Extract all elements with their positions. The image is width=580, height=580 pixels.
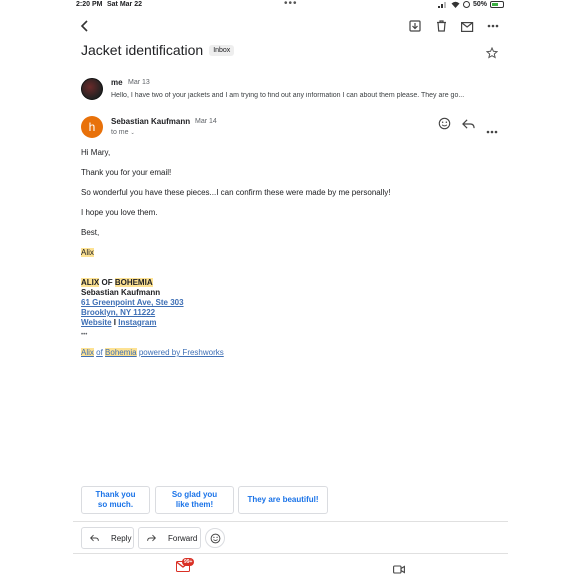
forward-button[interactable]: Forward	[138, 527, 201, 549]
unread-count-badge: 99+	[182, 558, 195, 566]
footer-of-link[interactable]: of	[96, 348, 103, 357]
brand-bohemia: BOHEMIA	[114, 278, 153, 287]
website-link[interactable]: Website	[81, 318, 112, 327]
smart-reply-text: so much.	[97, 500, 134, 509]
smart-reply-text: like them!	[175, 500, 214, 509]
body-line: Thank you for your email!	[81, 168, 172, 177]
message-header: h Sebastian Kaufmann Mar 14 to me ⌄	[81, 116, 501, 140]
status-time: 2:20 PM	[76, 1, 103, 8]
body-greeting: Hi Mary,	[81, 148, 111, 157]
back-arrow-icon[interactable]	[77, 18, 93, 34]
body-closing: Best,	[81, 228, 100, 237]
status-date: Sat Mar 22	[107, 1, 143, 8]
signature-brand: ALIX OF BOHEMIA	[81, 278, 153, 287]
show-trimmed-content-button[interactable]: •••	[81, 332, 87, 338]
signature-links: Website I Instagram	[81, 318, 156, 327]
toolbar	[0, 14, 580, 38]
page-title: Jacket identification	[81, 42, 204, 58]
footer-alix-link[interactable]: Alix	[81, 348, 94, 357]
recipient-details-toggle[interactable]: to me ⌄	[111, 129, 135, 136]
reply-button[interactable]: Reply	[81, 527, 134, 549]
smart-reply-button[interactable]: They are beautiful!	[238, 486, 328, 514]
recipient-text: to me	[111, 129, 129, 136]
message-snippet: Hello, I have two of your jackets and I …	[111, 92, 465, 99]
smart-reply-text: They are beautiful!	[247, 495, 319, 504]
status-bar: 2:20 PM Sat Mar 22 ••• 50%	[0, 0, 580, 12]
instagram-link[interactable]: Instagram	[118, 318, 156, 327]
multitasking-dots-icon[interactable]: •••	[284, 0, 298, 9]
smart-reply-button[interactable]: Thank you so much.	[81, 486, 150, 514]
bottom-nav-divider	[73, 553, 508, 554]
avatar: h	[81, 116, 103, 138]
brand-alix: ALIX	[81, 278, 100, 287]
orientation-lock-icon	[462, 1, 470, 8]
subject-row: Jacket identification Inbox	[81, 42, 235, 58]
forward-label: Forward	[168, 533, 198, 543]
emoji-reaction-button[interactable]	[205, 528, 225, 548]
link-separator: I	[113, 318, 116, 327]
forward-icon	[147, 534, 156, 542]
signal-icon	[437, 2, 446, 8]
sender-name: me	[111, 78, 123, 87]
label-chip-inbox[interactable]: Inbox	[209, 44, 235, 56]
brand-of: OF	[101, 278, 113, 287]
body-signoff: Alix	[81, 248, 94, 257]
sender-name: Sebastian Kaufmann	[111, 117, 191, 126]
more-vert-icon[interactable]	[486, 121, 500, 135]
powered-by-footer: Alix of Bohemia powered by Freshworks	[81, 348, 224, 357]
trash-icon[interactable]	[433, 18, 449, 34]
signature-person: Sebastian Kaufmann	[81, 288, 161, 297]
chevron-down-icon: ⌄	[130, 130, 135, 136]
message-date: Mar 14	[195, 118, 217, 125]
star-icon[interactable]	[485, 46, 500, 60]
smart-reply-text: So glad you	[171, 490, 218, 499]
divider	[73, 521, 508, 522]
meet-tab[interactable]	[393, 561, 405, 574]
highlighted-name: Alix	[81, 248, 94, 257]
smart-reply-button[interactable]: So glad you like them!	[155, 486, 234, 514]
address-link-line2[interactable]: Brooklyn, NY 11222	[81, 308, 155, 317]
reply-icon[interactable]	[462, 117, 476, 131]
mark-unread-icon[interactable]	[459, 18, 475, 34]
smart-reply-text: Thank you	[95, 490, 136, 499]
reply-label: Reply	[111, 533, 132, 543]
collapsed-message[interactable]: me Mar 13 Hello, I have two of your jack…	[81, 76, 501, 104]
wifi-icon	[451, 1, 460, 8]
body-line: So wonderful you have these pieces...I c…	[81, 188, 391, 197]
emoji-icon[interactable]	[438, 117, 452, 131]
archive-icon[interactable]	[407, 18, 423, 34]
address-link-line1[interactable]: 61 Greenpoint Ave, Ste 303	[81, 298, 184, 307]
message-date: Mar 13	[128, 79, 150, 86]
avatar	[81, 78, 103, 100]
battery-percent: 50%	[472, 1, 487, 8]
battery-icon	[490, 1, 504, 8]
footer-powered-link[interactable]: powered by Freshworks	[139, 348, 224, 357]
reply-icon	[90, 534, 99, 542]
footer-bohemia-link[interactable]: Bohemia	[105, 348, 137, 357]
video-icon	[393, 565, 405, 574]
status-indicators: 50%	[437, 1, 504, 8]
body-line: I hope you love them.	[81, 208, 158, 217]
emoji-icon	[210, 533, 220, 543]
more-vert-icon[interactable]	[485, 18, 501, 34]
